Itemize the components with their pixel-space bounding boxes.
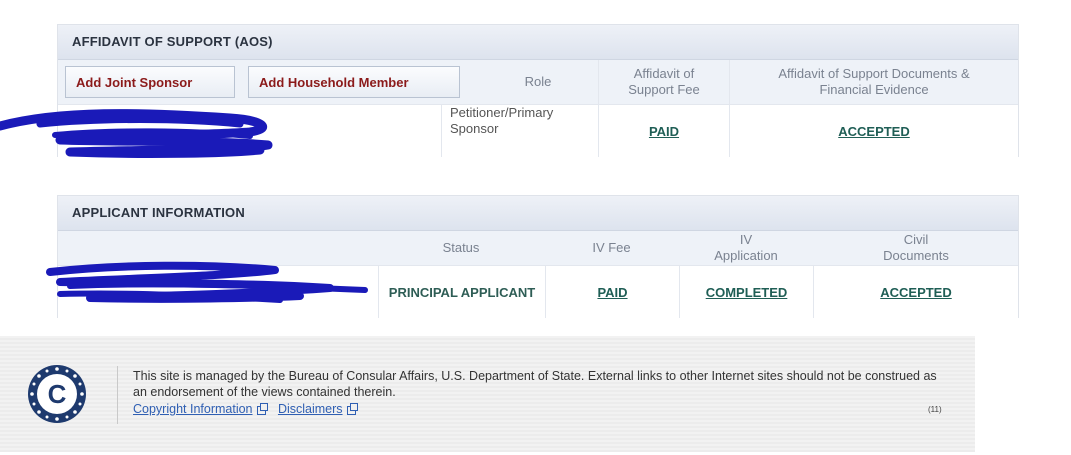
iv-fee-paid-link[interactable]: PAID — [597, 285, 627, 300]
col-affidavit-docs: Affidavit of Support Documents & Financi… — [778, 66, 970, 97]
civil-documents-status: ACCEPTED — [814, 266, 1018, 318]
col-civil-documents: Civil Documents — [883, 232, 949, 263]
aos-header-row: Add Joint Sponsor Add Household Member R… — [58, 60, 1018, 105]
applicant-row: PRINCIPAL APPLICANT PAID COMPLETED ACCEP… — [58, 266, 1018, 318]
civil-documents-accepted-link[interactable]: ACCEPTED — [880, 285, 952, 300]
external-link-icon — [256, 403, 268, 415]
col-status: Status — [442, 240, 480, 255]
col-iv-fee: IV Fee — [592, 240, 631, 255]
disclaimers-link[interactable]: Disclaimers — [278, 402, 343, 416]
affidavit-fee-paid-link[interactable]: PAID — [649, 124, 679, 139]
iv-application-status: COMPLETED — [680, 266, 813, 318]
aos-title: AFFIDAVIT OF SUPPORT (AOS) — [58, 25, 1018, 60]
applicant-panel: APPLICANT INFORMATION Status IV Fee IV A… — [57, 195, 1019, 318]
applicant-name-redacted — [58, 266, 378, 318]
affidavit-docs-status: ACCEPTED — [730, 105, 1018, 157]
footer-divider — [117, 366, 118, 424]
copyright-information-link[interactable]: Copyright Information — [133, 402, 253, 416]
aos-sponsor-row: Petitioner/Primary Sponsor PAID ACCEPTED — [58, 105, 1018, 157]
col-role: Role — [524, 74, 552, 89]
col-affidavit-fee: Affidavit of Support Fee — [628, 66, 700, 97]
aos-panel: AFFIDAVIT OF SUPPORT (AOS) Add Joint Spo… — [57, 24, 1019, 157]
applicant-status: PRINCIPAL APPLICANT — [388, 284, 536, 300]
site-footer: C This site is managed by the Bureau of … — [0, 336, 975, 452]
sponsor-role: Petitioner/Primary Sponsor — [450, 105, 554, 136]
footer-disclaimer-text: This site is managed by the Bureau of Co… — [133, 369, 937, 399]
external-link-icon — [346, 403, 358, 415]
affidavit-fee-status: PAID — [599, 105, 729, 157]
add-joint-sponsor-button[interactable]: Add Joint Sponsor — [65, 66, 235, 98]
col-iv-application: IV Application — [714, 232, 778, 263]
sponsor-name-redacted — [58, 105, 441, 157]
applicant-header-row: Status IV Fee IV Application Civil Docum… — [58, 231, 1018, 266]
footer-links: Copyright Information Disclaimers — [133, 402, 358, 416]
add-household-member-button[interactable]: Add Household Member — [248, 66, 460, 98]
iv-fee-status: PAID — [546, 266, 679, 318]
consular-affairs-logo-icon: C — [28, 365, 86, 423]
svg-text:C: C — [48, 379, 67, 409]
affidavit-docs-accepted-link[interactable]: ACCEPTED — [838, 124, 910, 139]
iv-application-completed-link[interactable]: COMPLETED — [706, 285, 788, 300]
applicant-title: APPLICANT INFORMATION — [58, 196, 1018, 231]
page-code: (11) — [928, 405, 942, 414]
